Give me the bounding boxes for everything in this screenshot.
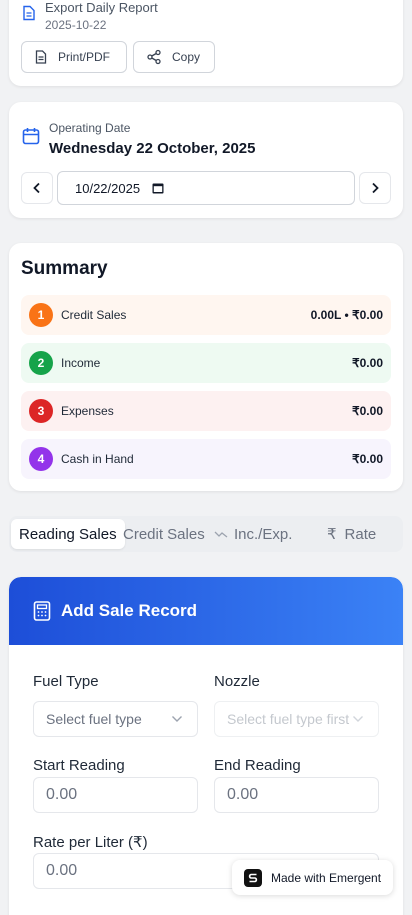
start-reading-input[interactable]: 0.00: [33, 777, 198, 813]
summary-value: ₹0.00: [352, 404, 383, 418]
end-reading-input[interactable]: 0.00: [214, 777, 379, 813]
start-reading-placeholder: 0.00: [46, 786, 78, 803]
add-sale-title: Add Sale Record: [61, 601, 198, 620]
tab-rate-label: Rate: [344, 525, 377, 543]
export-title: Export Daily Report: [45, 0, 158, 15]
summary-value: 0.00L • ₹0.00: [310, 308, 383, 322]
operating-date-card: Operating Date Wednesday 22 October, 202…: [9, 102, 403, 218]
file-icon: [35, 50, 47, 64]
summary-number-badge: 4: [29, 447, 53, 471]
rate-per-liter-label: Rate per Liter (₹): [33, 834, 148, 851]
fuel-type-placeholder: Select fuel type: [46, 711, 142, 727]
summary-number-badge: 1: [29, 303, 53, 327]
summary-row-credit-sales: 1 Credit Sales 0.00L • ₹0.00: [21, 295, 391, 335]
summary-label: Cash in Hand: [61, 452, 134, 466]
emergent-logo-icon: [244, 868, 262, 887]
rupee-icon: ₹: [327, 526, 337, 543]
date-input-value: 10/22/2025: [75, 180, 141, 196]
end-reading-placeholder: 0.00: [227, 786, 259, 803]
summary-label: Income: [61, 356, 101, 370]
tab-rate[interactable]: ₹ Rate: [327, 519, 376, 549]
summary-row-cash-in-hand: 4 Cash in Hand ₹0.00: [21, 439, 391, 479]
calendar-icon: [22, 128, 40, 145]
next-day-button[interactable]: [359, 172, 391, 204]
share-icon: [147, 49, 161, 65]
summary-label: Credit Sales: [61, 308, 127, 322]
date-input[interactable]: 10/22/2025: [57, 171, 355, 205]
summary-number-badge: 3: [29, 399, 53, 423]
tab-credit-sales[interactable]: Credit Sales: [123, 519, 205, 549]
chevron-right-icon: [372, 182, 379, 194]
summary-row-expenses: 3 Expenses ₹0.00: [21, 391, 391, 431]
badge-label: Made with Emergent: [271, 870, 382, 885]
chevron-down-icon: [172, 716, 182, 722]
export-report-card: Export Daily Report 2025-10-22 Print/PDF…: [9, 0, 403, 86]
summary-value: ₹0.00: [352, 452, 383, 466]
trending-icon: [214, 531, 228, 538]
add-sale-header: Add Sale Record: [9, 577, 403, 645]
calendar-picker-icon[interactable]: [152, 182, 164, 194]
tab-credit-sales-label: Credit Sales: [123, 525, 205, 543]
calculator-icon: [33, 601, 51, 621]
nozzle-label: Nozzle: [214, 673, 260, 690]
summary-value: ₹0.00: [352, 356, 383, 370]
print-pdf-label: Print/PDF: [58, 50, 111, 64]
operating-date-label: Operating Date: [49, 121, 131, 135]
fuel-type-select[interactable]: Select fuel type: [33, 701, 198, 737]
tab-reading-sales[interactable]: Reading Sales: [11, 519, 125, 549]
summary-card: Summary 1 Credit Sales 0.00L • ₹0.00 2 I…: [9, 243, 403, 491]
summary-title: Summary: [21, 258, 108, 279]
rate-per-liter-placeholder: 0.00: [46, 862, 78, 879]
copy-button[interactable]: Copy: [133, 41, 215, 73]
nozzle-select[interactable]: Select fuel type first: [214, 701, 379, 737]
section-tabs: Reading Sales Credit Sales Inc./Exp. ₹ R…: [9, 516, 403, 552]
summary-number-badge: 2: [29, 351, 53, 375]
print-pdf-button[interactable]: Print/PDF: [21, 41, 127, 73]
end-reading-label: End Reading: [214, 757, 301, 774]
export-header: Export Daily Report 2025-10-22: [21, 0, 158, 32]
chevron-left-icon: [33, 182, 40, 194]
summary-label: Expenses: [61, 404, 114, 418]
tab-income-expense[interactable]: Inc./Exp.: [214, 519, 292, 549]
tab-reading-sales-label: Reading Sales: [19, 525, 117, 543]
document-icon: [23, 5, 35, 21]
nozzle-placeholder: Select fuel type first: [227, 711, 350, 727]
export-date: 2025-10-22: [45, 18, 107, 32]
operating-date-value: Wednesday 22 October, 2025: [49, 140, 256, 157]
fuel-type-label: Fuel Type: [33, 673, 99, 690]
made-with-emergent-badge[interactable]: Made with Emergent: [232, 860, 393, 895]
summary-row-income: 2 Income ₹0.00: [21, 343, 391, 383]
start-reading-label: Start Reading: [33, 757, 125, 774]
previous-day-button[interactable]: [21, 172, 53, 204]
copy-label: Copy: [172, 50, 201, 64]
chevron-down-icon: [353, 716, 363, 722]
tab-income-expense-label: Inc./Exp.: [234, 525, 293, 543]
